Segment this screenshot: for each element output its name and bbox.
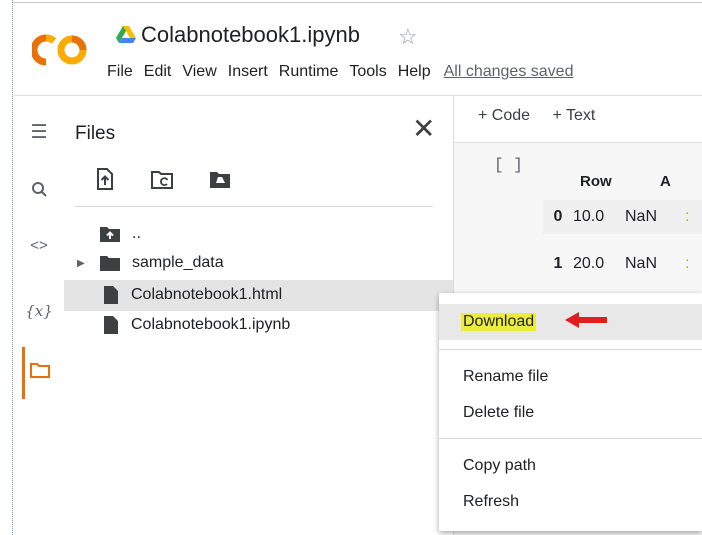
tree-item-sample-data[interactable]: ▶ sample_data bbox=[77, 248, 224, 278]
menu-divider bbox=[439, 349, 702, 350]
menu-file[interactable]: File bbox=[107, 63, 133, 85]
menu-divider bbox=[439, 438, 702, 439]
mount-drive-icon[interactable] bbox=[208, 168, 232, 192]
column-header: Row bbox=[580, 173, 612, 190]
colab-logo[interactable] bbox=[32, 32, 92, 68]
search-icon[interactable] bbox=[31, 181, 48, 198]
window-top-border bbox=[13, 2, 702, 3]
tree-item-colabnotebook1-ipynb[interactable]: Colabnotebook1.ipynb bbox=[104, 310, 290, 340]
table-cell: NaN bbox=[625, 255, 658, 272]
file-context-menu: Download Rename file Delete file Copy pa… bbox=[439, 293, 702, 531]
tree-item-label: Colabnotebook1.ipynb bbox=[131, 316, 291, 333]
table-cell: 20.0 bbox=[573, 255, 605, 272]
menu-item-label: Refresh bbox=[463, 493, 520, 510]
menu-item-label: Delete file bbox=[463, 404, 535, 421]
file-icon bbox=[104, 316, 118, 334]
refresh-folder-icon[interactable] bbox=[150, 168, 174, 192]
header-divider bbox=[13, 95, 702, 96]
folder-icon[interactable] bbox=[30, 362, 50, 378]
expand-arrow-icon[interactable]: ▶ bbox=[77, 258, 100, 269]
menu-item-rename-file[interactable]: Rename file bbox=[439, 359, 702, 395]
files-toolbar-divider bbox=[75, 206, 433, 207]
menu-tools[interactable]: Tools bbox=[349, 63, 386, 85]
close-icon[interactable]: ✕ bbox=[412, 112, 435, 145]
tree-item-parent[interactable]: .. bbox=[100, 219, 141, 249]
save-status-link[interactable]: All changes saved bbox=[444, 63, 574, 85]
menu-icon[interactable]: ☰ bbox=[25, 121, 53, 144]
menu-item-delete-file[interactable]: Delete file bbox=[439, 395, 702, 431]
notebook-title[interactable]: Colabnotebook1.ipynb bbox=[141, 22, 360, 48]
file-icon bbox=[104, 286, 118, 304]
tree-item-label: Colabnotebook1.html bbox=[131, 286, 283, 303]
tree-item-label: .. bbox=[132, 225, 141, 242]
window-edge bbox=[12, 0, 13, 535]
menu-item-label: Copy path bbox=[463, 457, 536, 474]
red-arrow-annotation bbox=[565, 312, 607, 328]
google-drive-icon bbox=[116, 26, 136, 43]
menu-item-label: Download bbox=[461, 313, 537, 331]
table-cell-truncated: : bbox=[685, 208, 690, 225]
row-index: 1 bbox=[553, 255, 563, 272]
code-icon[interactable]: <> bbox=[25, 237, 53, 254]
star-icon[interactable]: ☆ bbox=[398, 24, 418, 50]
row-index: 0 bbox=[553, 208, 563, 225]
notebook-toolbar: + Code + Text bbox=[478, 107, 613, 125]
menu-item-copy-path[interactable]: Copy path bbox=[439, 448, 702, 484]
folder-up-icon bbox=[100, 227, 120, 242]
menu-insert[interactable]: Insert bbox=[228, 63, 268, 85]
tree-item-label: sample_data bbox=[132, 254, 224, 271]
menu-view[interactable]: View bbox=[182, 63, 216, 85]
menu-bar: File Edit View Insert Runtime Tools Help… bbox=[107, 63, 584, 85]
run-cell-button[interactable]: [ ] bbox=[494, 156, 523, 174]
variables-icon[interactable]: {x} bbox=[25, 302, 53, 320]
add-text-button[interactable]: + Text bbox=[553, 107, 596, 124]
add-code-button[interactable]: + Code bbox=[478, 107, 530, 124]
table-row: 0 10.0 NaN : bbox=[543, 200, 702, 234]
dataframe-header: Row A bbox=[580, 173, 671, 190]
menu-item-refresh[interactable]: Refresh bbox=[439, 484, 702, 520]
menu-item-label: Rename file bbox=[463, 368, 549, 385]
table-row: 1 20.0 NaN : bbox=[543, 247, 702, 281]
menu-runtime[interactable]: Runtime bbox=[279, 63, 339, 85]
tree-item-colabnotebook1-html[interactable]: Colabnotebook1.html bbox=[104, 280, 282, 310]
table-cell: NaN bbox=[625, 208, 658, 225]
column-header: A bbox=[660, 173, 671, 190]
table-cell-truncated: : bbox=[685, 255, 690, 272]
folder-icon bbox=[100, 256, 120, 271]
active-indicator bbox=[22, 347, 25, 399]
files-panel-title: Files bbox=[75, 123, 116, 144]
menu-help[interactable]: Help bbox=[398, 63, 431, 85]
table-cell: 10.0 bbox=[573, 208, 605, 225]
menu-edit[interactable]: Edit bbox=[144, 63, 172, 85]
upload-file-icon[interactable] bbox=[93, 167, 117, 191]
